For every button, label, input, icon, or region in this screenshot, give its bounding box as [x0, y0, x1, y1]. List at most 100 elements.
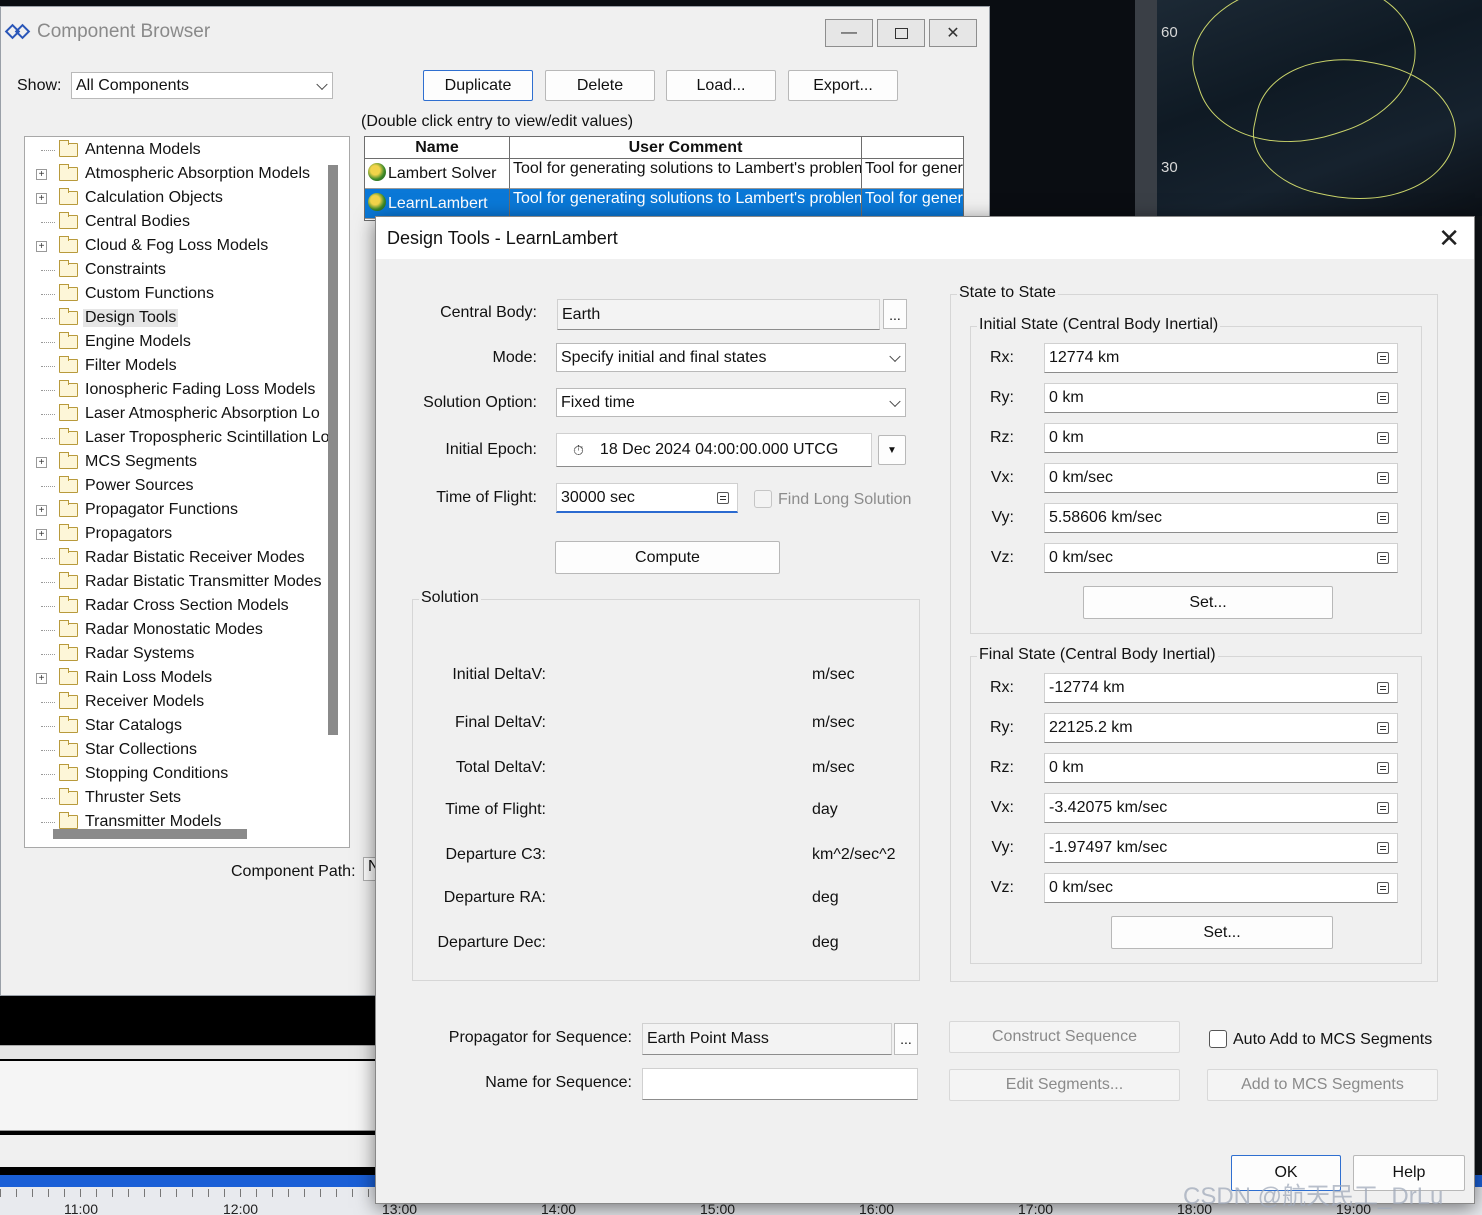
add-to-mcs-button[interactable]: Add to MCS Segments	[1207, 1069, 1438, 1101]
grid-cell-extra[interactable]: Tool for genera	[862, 159, 963, 189]
tree-item[interactable]: Constraints	[25, 258, 325, 282]
initial-state-set-button[interactable]: Set...	[1083, 586, 1333, 619]
grid-cell-comment[interactable]: Tool for generating solutions to Lambert…	[510, 189, 862, 219]
central-body-browse-button[interactable]: ...	[883, 299, 907, 329]
grid-header-extra[interactable]	[862, 137, 963, 159]
tree-item[interactable]: Star Collections	[25, 738, 325, 762]
final-state-input[interactable]: 22125.2 km	[1044, 713, 1398, 743]
tree-item[interactable]: Radar Monostatic Modes	[25, 618, 325, 642]
tree-item[interactable]: Central Bodies	[25, 210, 325, 234]
tree-item[interactable]: Stopping Conditions	[25, 762, 325, 786]
mode-dropdown[interactable]: Specify initial and final states	[556, 343, 906, 372]
close-button[interactable]: ✕	[929, 19, 977, 47]
tree-item[interactable]: Laser Tropospheric Scintillation Lo	[25, 426, 330, 450]
units-spinner-icon[interactable]	[1377, 472, 1389, 484]
expand-icon[interactable]: +	[36, 192, 47, 204]
units-spinner-icon[interactable]	[1377, 432, 1389, 444]
final-state-value: -1.97497 km/sec	[1049, 839, 1168, 856]
load-button[interactable]: Load...	[666, 70, 776, 101]
tree-item[interactable]: Power Sources	[25, 474, 325, 498]
tree-item[interactable]: Radar Bistatic Transmitter Modes	[25, 570, 325, 594]
tree-item[interactable]: Custom Functions	[25, 282, 325, 306]
final-state-input[interactable]: 0 km	[1044, 753, 1398, 783]
units-spinner-icon[interactable]	[1377, 802, 1389, 814]
units-spinner-icon[interactable]	[1377, 392, 1389, 404]
export-button[interactable]: Export...	[788, 70, 898, 101]
final-state-input[interactable]: 0 km/sec	[1044, 873, 1398, 903]
tree-item[interactable]: + Calculation Objects	[25, 186, 325, 210]
initial-state-input[interactable]: 5.58606 km/sec	[1044, 503, 1398, 533]
name-for-sequence-input[interactable]	[642, 1068, 918, 1100]
initial-state-input[interactable]: 0 km/sec	[1044, 463, 1398, 493]
tree-item[interactable]: + Propagators	[25, 522, 325, 546]
units-spinner-icon[interactable]	[1377, 682, 1389, 694]
expand-icon[interactable]: +	[36, 528, 47, 540]
expand-icon[interactable]: +	[36, 168, 47, 180]
final-state-input[interactable]: -1.97497 km/sec	[1044, 833, 1398, 863]
initial-state-input[interactable]: 0 km	[1044, 423, 1398, 453]
grid-header-name[interactable]: Name	[365, 137, 510, 159]
expand-icon[interactable]: +	[36, 456, 47, 468]
expand-icon[interactable]: +	[36, 504, 47, 516]
grid-header-comment[interactable]: User Comment	[510, 137, 862, 159]
units-spinner-icon[interactable]	[1377, 842, 1389, 854]
show-dropdown[interactable]: All Components	[71, 72, 333, 99]
grid-cell-name[interactable]: LearnLambert	[365, 189, 510, 219]
tree-item[interactable]: Radar Bistatic Receiver Modes	[25, 546, 325, 570]
units-spinner-icon[interactable]	[1377, 512, 1389, 524]
initial-epoch-field[interactable]: ⏱ 18 Dec 2024 04:00:00.000 UTCG	[556, 433, 872, 467]
tree-item[interactable]: + Propagator Functions	[25, 498, 325, 522]
tree-item-label: Star Collections	[85, 741, 198, 758]
tree-item[interactable]: Radar Systems	[25, 642, 325, 666]
component-tree[interactable]: Transmitter Models Thruster Sets Stopping …	[24, 136, 350, 848]
find-long-solution-checkbox[interactable]	[754, 490, 772, 508]
tree-item[interactable]: + MCS Segments	[25, 450, 325, 474]
units-spinner-icon[interactable]	[717, 491, 729, 504]
tree-vertical-scrollbar[interactable]	[328, 165, 338, 735]
final-state-input[interactable]: -12774 km	[1044, 673, 1398, 703]
time-of-flight-field[interactable]: 30000 sec	[556, 483, 738, 513]
minimize-button[interactable]: —	[825, 19, 873, 47]
units-spinner-icon[interactable]	[1377, 722, 1389, 734]
compute-button[interactable]: Compute	[555, 541, 780, 574]
initial-state-input[interactable]: 0 km/sec	[1044, 543, 1398, 573]
tree-item[interactable]: + Rain Loss Models	[25, 666, 325, 690]
expand-icon[interactable]: +	[36, 672, 47, 684]
solution-option-dropdown[interactable]: Fixed time	[556, 388, 906, 417]
tree-item[interactable]: + Cloud & Fog Loss Models	[25, 234, 325, 258]
tree-item[interactable]: Ionospheric Fading Loss Models	[25, 378, 325, 402]
final-state-input[interactable]: -3.42075 km/sec	[1044, 793, 1398, 823]
grid-cell-name[interactable]: Lambert Solver	[365, 159, 510, 189]
units-spinner-icon[interactable]	[1377, 552, 1389, 564]
maximize-button[interactable]	[877, 19, 925, 47]
grid-cell-extra[interactable]: Tool for genera	[862, 189, 963, 219]
propagator-browse-button[interactable]: ...	[894, 1023, 918, 1055]
construct-sequence-button[interactable]: Construct Sequence	[949, 1021, 1180, 1053]
units-spinner-icon[interactable]	[1377, 762, 1389, 774]
tree-item[interactable]: Star Catalogs	[25, 714, 325, 738]
tree-item[interactable]: + Atmospheric Absorption Models	[25, 162, 325, 186]
grid-cell-comment[interactable]: Tool for generating solutions to Lambert…	[510, 159, 862, 189]
delete-button[interactable]: Delete	[545, 70, 655, 101]
tree-horizontal-scrollbar[interactable]	[53, 829, 247, 839]
initial-state-input[interactable]: 0 km	[1044, 383, 1398, 413]
epoch-dropdown-button[interactable]: ▼	[878, 435, 906, 465]
edit-segments-button[interactable]: Edit Segments...	[949, 1069, 1180, 1101]
expand-icon[interactable]: +	[36, 240, 47, 252]
initial-state-input[interactable]: 12774 km	[1044, 343, 1398, 373]
tree-item[interactable]: Laser Atmospheric Absorption Lo	[25, 402, 325, 426]
tree-item[interactable]: Receiver Models	[25, 690, 325, 714]
tree-item[interactable]: Thruster Sets	[25, 786, 325, 810]
final-state-set-button[interactable]: Set...	[1111, 916, 1333, 949]
auto-add-mcs-checkbox[interactable]	[1209, 1030, 1227, 1048]
component-grid[interactable]: Name User Comment Lambert Solver Tool fo…	[364, 136, 964, 221]
tree-item[interactable]: Engine Models	[25, 330, 325, 354]
duplicate-button[interactable]: Duplicate	[423, 70, 533, 101]
units-spinner-icon[interactable]	[1377, 882, 1389, 894]
close-icon[interactable]: ✕	[1438, 225, 1460, 251]
units-spinner-icon[interactable]	[1377, 352, 1389, 364]
tree-item[interactable]: Radar Cross Section Models	[25, 594, 325, 618]
tree-item[interactable]: Antenna Models	[25, 138, 325, 162]
tree-item[interactable]: Design Tools	[25, 306, 325, 330]
tree-item[interactable]: Filter Models	[25, 354, 325, 378]
